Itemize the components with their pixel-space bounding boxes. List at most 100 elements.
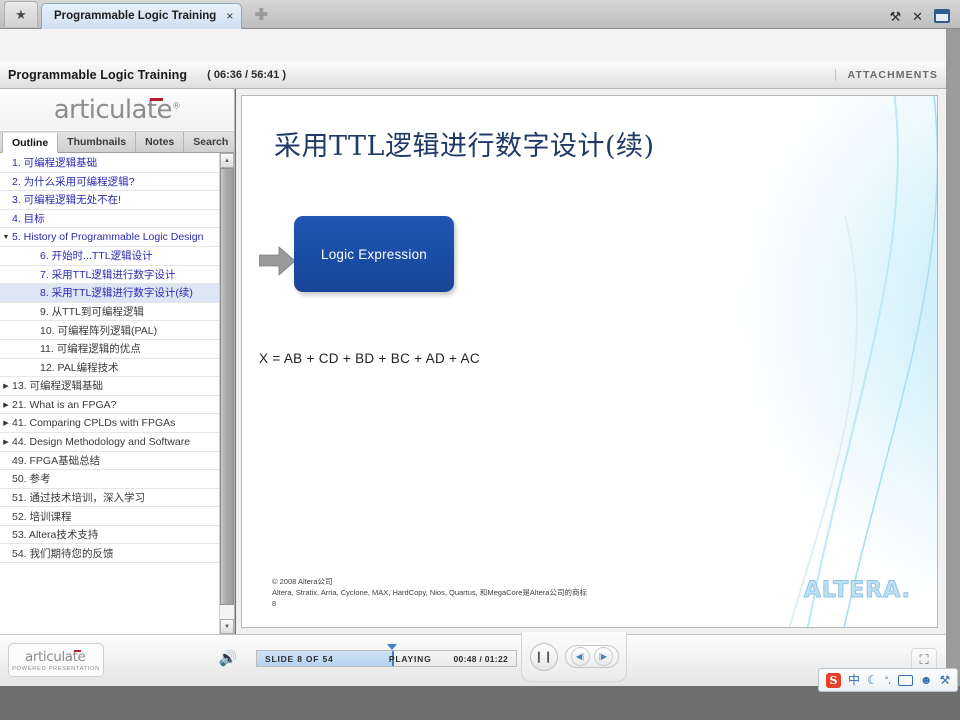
browser-tab-active[interactable]: Programmable Logic Training × xyxy=(41,3,243,29)
outline-item[interactable]: · 9. 从TTL到可编程逻辑 xyxy=(0,303,219,322)
slide-footer: © 2008 Altera公司 Altera, Stratix, Arria, … xyxy=(272,576,587,609)
outline-item-label: 50. 参考 xyxy=(12,473,51,486)
outline-item-label: 53. Altera技术支持 xyxy=(12,529,99,542)
outline-item[interactable]: ▶ 44. Design Methodology and Software xyxy=(0,433,219,452)
star-icon[interactable]: ★ xyxy=(4,1,38,27)
next-button[interactable]: |▶ xyxy=(593,647,613,666)
outline-item[interactable]: ▶ 21. What is an FPGA? xyxy=(0,396,219,415)
outline-item-label: 41. Comparing CPLDs with FPGAs xyxy=(12,417,176,430)
outline-item[interactable]: · 7. 采用TTL逻辑进行数字设计 xyxy=(0,266,219,285)
moon-icon[interactable]: ☾ xyxy=(867,674,878,686)
outline-item-label: 13. 可编程逻辑基础 xyxy=(12,380,104,393)
pause-button[interactable]: ❙❙ xyxy=(529,642,558,671)
outline-item[interactable]: ·54. 我们期待您的反馈 xyxy=(0,544,219,564)
outline-item[interactable]: ·4. 目标 xyxy=(0,210,219,229)
slide-time: 00:48 / 01:22 xyxy=(453,653,508,664)
outline-scrollbar[interactable]: ▲ ▼ xyxy=(219,153,234,634)
outline-panel: ·1. 可编程逻辑基础·2. 为什么采用可编程逻辑?·3. 可编程逻辑无处不在!… xyxy=(0,153,234,634)
player-title-bar: Programmable Logic Training ( 06:36 / 56… xyxy=(0,62,946,89)
page-title: Programmable Logic Training xyxy=(8,68,188,82)
scrollbar-thumb[interactable] xyxy=(220,168,234,606)
wrench-icon[interactable]: ⚒ xyxy=(889,10,901,23)
sogou-logo-icon[interactable]: S xyxy=(826,672,841,688)
copyright-line: © 2008 Altera公司 xyxy=(272,577,333,586)
outline-item[interactable]: ·51. 通过技术培训，深入学习 xyxy=(0,489,219,508)
course-time: ( 06:36 / 56:41 ) xyxy=(207,69,286,81)
outline-item[interactable]: ▶ 13. 可编程逻辑基础 xyxy=(0,377,219,396)
browser-right-rail xyxy=(946,29,960,686)
attachments-button[interactable]: ATTACHMENTS xyxy=(834,69,938,81)
panel-tab-bar: Outline Thumbnails Notes Search xyxy=(0,131,239,153)
outline-item[interactable]: · 10. 可编程阵列逻辑(PAL) xyxy=(0,321,219,340)
outline-item[interactable]: ·50. 参考 xyxy=(0,470,219,489)
ime-toolbar: S 中 ☾ °, ☻ ⚒ xyxy=(818,668,959,692)
outline-item[interactable]: · 11. 可编程逻辑的优点 xyxy=(0,340,219,359)
altera-watermark-logo: ALTERA. xyxy=(803,578,911,604)
boolean-formula: X = AB + CD + BD + BC + AD + AC xyxy=(259,351,480,366)
outline-item[interactable]: · 8. 采用TTL逻辑进行数字设计(续) xyxy=(0,284,219,303)
keyboard-icon[interactable] xyxy=(897,674,913,686)
punctuation-icon[interactable]: °, xyxy=(885,675,891,685)
previous-button[interactable]: ◀| xyxy=(570,647,590,666)
outline-item[interactable]: ▶ 41. Comparing CPLDs with FPGAs xyxy=(0,414,219,433)
outline-item-label: 9. 从TTL到可编程逻辑 xyxy=(40,306,144,319)
outline-item[interactable]: ▼ 5. History of Programmable Logic Design xyxy=(0,228,219,247)
slide-counter: SLIDE 8 OF 54 xyxy=(265,653,334,664)
spacer-icon: · xyxy=(0,289,12,296)
ime-mode-icon[interactable]: 中 xyxy=(848,674,860,686)
slide-page-number: 8 xyxy=(272,599,277,608)
outline-item-label: 3. 可编程逻辑无处不在! xyxy=(12,194,122,207)
arrow-svg xyxy=(258,246,296,276)
outline-item-label: 10. 可编程阵列逻辑(PAL) xyxy=(40,324,158,337)
outline-item[interactable]: ·1. 可编程逻辑基础 xyxy=(0,154,219,173)
scroll-up-icon[interactable]: ▲ xyxy=(220,153,234,168)
playhead-marker[interactable] xyxy=(387,644,398,650)
outline-item[interactable]: ·3. 可编程逻辑无处不在! xyxy=(0,191,219,210)
spacer-icon: · xyxy=(0,364,12,371)
scrollbar-track[interactable] xyxy=(220,168,234,619)
tab-thumbnails[interactable]: Thumbnails xyxy=(58,132,137,152)
outline-item-label: 1. 可编程逻辑基础 xyxy=(12,157,98,170)
outline-item[interactable]: ·2. 为什么采用可编程逻辑? xyxy=(0,173,219,192)
spacer-icon: · xyxy=(0,159,12,166)
articulate-badge: articulate· POWERED PRESENTATION xyxy=(8,643,104,677)
outline-item[interactable]: ·53. Altera技术支持 xyxy=(0,526,219,545)
spacer-icon: · xyxy=(0,457,12,464)
scroll-down-icon[interactable]: ▼ xyxy=(220,619,234,634)
articulate-logo: articulate® xyxy=(0,89,234,131)
trademark-line: Altera, Stratix, Arria, Cyclone, MAX, Ha… xyxy=(272,588,587,597)
registered-icon: ® xyxy=(171,100,181,111)
outline-item[interactable]: ·52. 培训课程 xyxy=(0,507,219,526)
tools-icon[interactable]: ⚒ xyxy=(940,674,951,686)
chevron-right-icon[interactable]: ▶ xyxy=(0,401,12,409)
tab-search[interactable]: Search xyxy=(184,132,239,152)
spacer-icon: · xyxy=(0,550,12,557)
outline-item[interactable]: ·49. FPGA基础总结 xyxy=(0,452,219,471)
new-tab-icon[interactable]: ✚ xyxy=(248,4,274,26)
logic-expression-box: Logic Expression xyxy=(294,216,454,292)
restore-window-icon[interactable] xyxy=(934,9,950,23)
tab-outline[interactable]: Outline xyxy=(2,133,59,153)
close-icon[interactable]: × xyxy=(226,9,233,23)
logic-expression-label: Logic Expression xyxy=(320,246,427,262)
outline-item-label: 12. PAL编程技术 xyxy=(40,361,119,374)
volume-icon[interactable]: 🔊 xyxy=(216,646,240,670)
outline-item-label: 5. History of Programmable Logic Design xyxy=(12,231,204,244)
desktop-background xyxy=(0,686,960,720)
application-window: ★ Programmable Logic Training × ✚ ⚒ ✕ Pr… xyxy=(0,0,960,720)
badge-sup: · xyxy=(85,650,87,657)
chevron-right-icon[interactable]: ▶ xyxy=(0,419,12,427)
chevron-down-icon[interactable]: ▼ xyxy=(0,234,12,241)
person-icon[interactable]: ☻ xyxy=(920,674,933,686)
seekbar[interactable]: SLIDE 8 OF 54 PLAYING 00:48 / 01:22 xyxy=(256,644,517,667)
close-window-icon[interactable]: ✕ xyxy=(912,10,923,23)
outline-item[interactable]: · 6. 开始时...TTL逻辑设计 xyxy=(0,247,219,266)
badge-subtitle: POWERED PRESENTATION xyxy=(12,665,100,672)
browser-page-area xyxy=(0,29,946,62)
outline-item[interactable]: · 12. PAL编程技术 xyxy=(0,359,219,378)
tab-notes[interactable]: Notes xyxy=(136,132,185,152)
chevron-right-icon[interactable]: ▶ xyxy=(0,438,12,446)
chevron-right-icon[interactable]: ▶ xyxy=(0,382,12,390)
outline-item-label: 4. 目标 xyxy=(12,213,45,226)
browser-tab-bar: ★ Programmable Logic Training × ✚ ⚒ ✕ xyxy=(0,0,960,29)
